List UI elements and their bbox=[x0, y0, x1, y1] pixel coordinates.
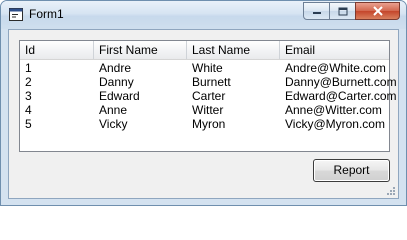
title-bar[interactable]: Form1 bbox=[1, 1, 406, 29]
column-header-id[interactable]: Id bbox=[20, 41, 94, 59]
listview-header: Id First Name Last Name Email bbox=[20, 41, 389, 60]
cell-id: 3 bbox=[25, 89, 32, 103]
resize-grip-icon[interactable] bbox=[385, 185, 396, 196]
cell-id: 4 bbox=[25, 103, 32, 117]
cell-id: 2 bbox=[25, 75, 32, 89]
cell-email: Danny@Burnett.com bbox=[285, 75, 397, 89]
table-row[interactable]: 3 Edward Carter Edward@Carter.com bbox=[20, 89, 397, 103]
report-button[interactable]: Report bbox=[313, 159, 390, 182]
table-row[interactable]: 1 Andre White Andre@White.com bbox=[20, 61, 389, 75]
cell-email: Anne@Witter.com bbox=[285, 103, 382, 117]
minimize-button[interactable] bbox=[303, 2, 330, 20]
column-header-email[interactable]: Email bbox=[280, 41, 389, 59]
form-icon bbox=[9, 8, 23, 21]
cell-last-name: White bbox=[192, 61, 223, 75]
cell-id: 1 bbox=[25, 61, 32, 75]
cell-id: 5 bbox=[25, 117, 32, 131]
minimize-icon bbox=[312, 12, 321, 14]
table-row[interactable]: 2 Danny Burnett Danny@Burnett.com bbox=[20, 75, 397, 89]
table-row[interactable]: 4 Anne Witter Anne@Witter.com bbox=[20, 103, 389, 117]
table-row[interactable]: 5 Vicky Myron Vicky@Myron.com bbox=[20, 117, 389, 131]
cell-email: Edward@Carter.com bbox=[285, 89, 397, 103]
window-title: Form1 bbox=[29, 7, 64, 21]
close-icon bbox=[372, 6, 383, 16]
maximize-icon bbox=[338, 7, 347, 15]
cell-last-name: Carter bbox=[192, 89, 226, 103]
cell-first-name: Edward bbox=[99, 89, 140, 103]
cell-first-name: Vicky bbox=[99, 117, 128, 131]
column-header-last-name[interactable]: Last Name bbox=[187, 41, 280, 59]
cell-last-name: Burnett bbox=[192, 75, 231, 89]
form-client-area: Id First Name Last Name Email 1 Andre Wh… bbox=[8, 29, 399, 199]
cell-first-name: Anne bbox=[99, 103, 128, 117]
cell-first-name: Andre bbox=[99, 61, 132, 75]
cell-email: Andre@White.com bbox=[285, 61, 386, 75]
window: Form1 Id First Name Last Name Email 1 An… bbox=[0, 0, 407, 206]
column-header-first-name[interactable]: First Name bbox=[94, 41, 187, 59]
cell-first-name: Danny bbox=[99, 75, 134, 89]
cell-last-name: Myron bbox=[192, 117, 226, 131]
cell-last-name: Witter bbox=[192, 103, 224, 117]
maximize-button[interactable] bbox=[329, 2, 356, 20]
listview[interactable]: Id First Name Last Name Email 1 Andre Wh… bbox=[19, 40, 397, 152]
close-button[interactable] bbox=[355, 2, 400, 20]
cell-email: Vicky@Myron.com bbox=[285, 117, 385, 131]
